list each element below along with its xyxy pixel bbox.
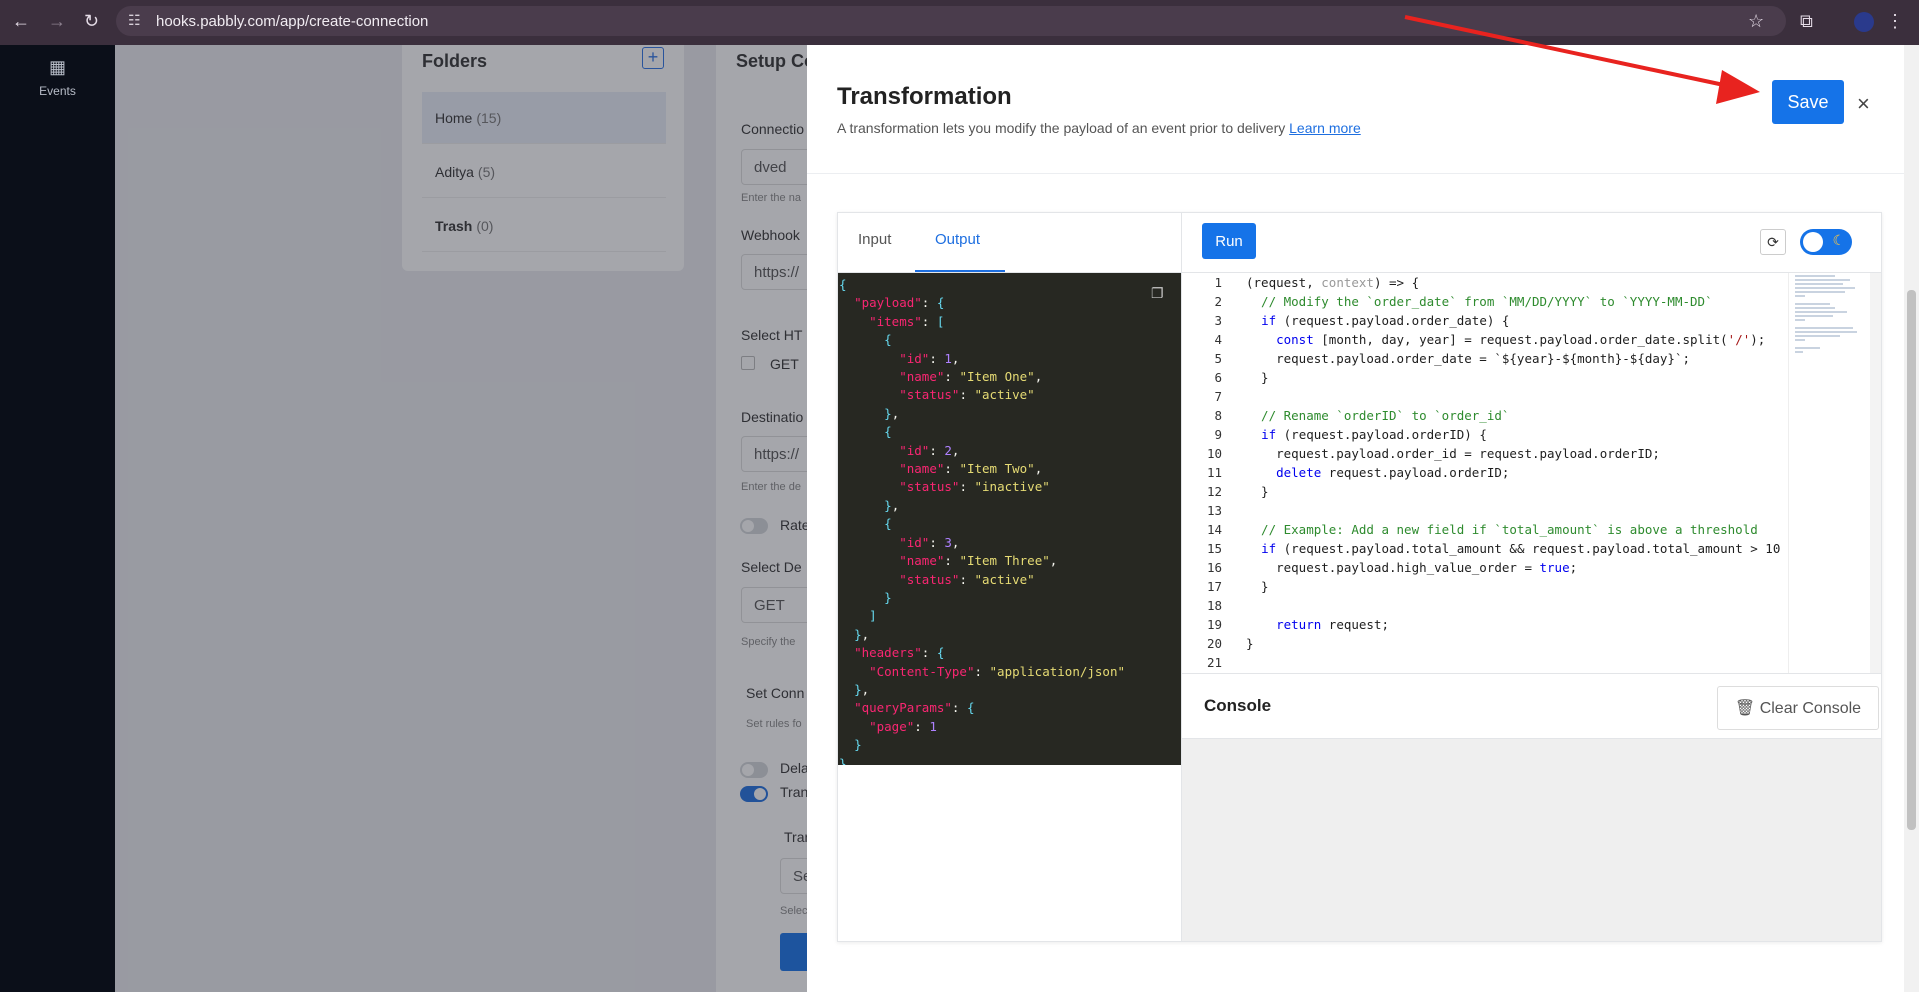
code-toolbar: Run ⟳ ☾ [1182,213,1881,273]
code-text: (request, context) => { // Modify the `o… [1246,275,1781,651]
line-number: 9 [1214,427,1222,442]
line-number: 5 [1214,351,1222,366]
line-number: 2 [1214,294,1222,309]
run-button[interactable]: Run [1202,223,1256,259]
back-arrow-icon[interactable]: ← [12,11,30,31]
transformation-modal: Transformation A transformation lets you… [807,45,1919,992]
close-icon[interactable]: × [1857,91,1870,117]
line-number: 20 [1206,636,1222,651]
line-number: 13 [1206,503,1222,518]
line-number: 4 [1214,332,1222,347]
scrollbar-thumb[interactable] [1907,290,1916,830]
page-scrollbar[interactable] [1904,45,1919,992]
code-pane: Run ⟳ ☾ 1 2 3 4 5 6 7 8 9 10 11 12 13 14 15 16 17 18 19 20 2… [1182,213,1881,941]
io-tabs: Input Output [838,213,1181,273]
bookmark-star-icon[interactable]: ☆ [1748,11,1764,31]
line-number: 19 [1206,617,1222,632]
line-number: 3 [1214,313,1222,328]
moon-icon: ☾ [1832,232,1845,248]
line-number: 18 [1206,598,1222,613]
code-editor[interactable]: 1 2 3 4 5 6 7 8 9 10 11 12 13 14 15 16 17 18 19 20 21 (reque… [1182,273,1881,673]
console-header: Console 🗑 Clear Console [1182,673,1881,739]
line-number: 10 [1206,446,1222,461]
console-title: Console [1204,696,1272,715]
line-number: 15 [1206,541,1222,556]
output-json-text: { "payload": { "items": [ { "id": 1, "na… [839,277,1125,765]
code-minimap[interactable] [1788,273,1870,673]
extensions-icon[interactable]: ⧉ [1800,11,1813,31]
save-button[interactable]: Save [1772,80,1844,124]
dark-mode-toggle[interactable]: ☾ [1800,229,1852,255]
line-number: 14 [1206,522,1222,537]
sidebar-item-events[interactable]: ▦ Events [0,57,115,98]
console-output [1182,739,1881,941]
io-pane: Input Output { "payload": { "items": [ {… [838,213,1182,941]
modal-description: A transformation lets you modify the pay… [837,120,1361,136]
line-number: 12 [1206,484,1222,499]
site-info-icon[interactable]: ☷ [128,12,141,29]
line-number: 6 [1214,370,1222,385]
forward-arrow-icon[interactable]: → [48,11,66,31]
reload-icon[interactable]: ↻ [84,11,99,31]
browser-toolbar: ← → ↻ ☷ hooks.pabbly.com/app/create-conn… [0,0,1919,45]
line-number-gutter: 1 2 3 4 5 6 7 8 9 10 11 12 13 14 15 16 17 18 19 20 21 [1182,273,1234,673]
refresh-icon[interactable]: ⟳ [1760,229,1786,255]
line-number: 21 [1206,655,1222,670]
header-divider [807,173,1919,174]
sidebar-item-label: Events [39,84,76,98]
copy-icon[interactable]: ❐ [1151,285,1164,302]
modal-title: Transformation [837,83,1012,110]
url-text: hooks.pabbly.com/app/create-connection [156,12,429,30]
calendar-icon: ▦ [48,57,66,77]
transformation-workspace: Input Output { "payload": { "items": [ {… [837,212,1882,942]
line-number: 16 [1206,560,1222,575]
toggle-knob [1803,232,1823,252]
learn-more-link[interactable]: Learn more [1289,120,1361,136]
active-tab-indicator [915,270,1005,272]
clear-console-label: Clear Console [1759,700,1862,717]
output-json-viewer: { "payload": { "items": [ { "id": 1, "na… [838,273,1181,765]
line-number: 7 [1214,389,1222,404]
line-number: 1 [1214,275,1222,290]
profile-avatar[interactable] [1854,12,1874,32]
line-number: 8 [1214,408,1222,423]
tab-input[interactable]: Input [858,231,891,248]
code-content[interactable]: (request, context) => { // Modify the `o… [1246,273,1834,673]
tab-output[interactable]: Output [935,231,980,248]
description-text: A transformation lets you modify the pay… [837,120,1286,136]
line-number: 11 [1206,465,1222,480]
line-number: 17 [1206,579,1222,594]
address-bar[interactable]: ☷ hooks.pabbly.com/app/create-connection [116,6,1786,36]
editor-scrollbar[interactable] [1870,273,1881,673]
app-sidebar: ▦ Events [0,45,115,992]
trash-icon: 🗑 [1734,700,1756,717]
clear-console-button[interactable]: 🗑 Clear Console [1717,686,1879,730]
menu-kebab-icon[interactable]: ⋮ [1886,11,1904,31]
